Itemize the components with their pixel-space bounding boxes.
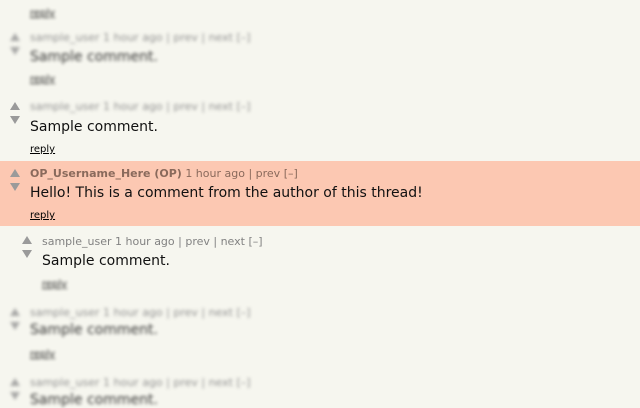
comment-header: sample_user 1 hour ago | prev | next [–] (30, 306, 251, 319)
upvote-icon[interactable] (10, 378, 20, 386)
reply-link[interactable]: reply (30, 144, 55, 155)
comment-nav-links[interactable]: | prev [–] (248, 167, 297, 180)
downvote-icon[interactable] (10, 116, 20, 124)
comment-username[interactable]: sample_user (30, 306, 100, 319)
downvote-icon[interactable] (10, 47, 20, 55)
comment-header: sample_user 1 hour ago | prev | next [–] (30, 100, 251, 113)
comment-text: Sample comment. (30, 49, 158, 65)
upvote-icon[interactable] (10, 169, 20, 177)
comment-header: sample_user 1 hour ago | prev | next [–] (30, 31, 251, 44)
comment-username[interactable]: sample_user (42, 235, 112, 248)
comment-header: sample_user 1 hour ago | prev | next [–] (42, 235, 263, 248)
comment-age[interactable]: 1 hour ago (103, 306, 163, 319)
upvote-icon[interactable] (10, 102, 20, 110)
reply-link[interactable]: reply (42, 279, 67, 290)
upvote-icon[interactable] (10, 33, 20, 41)
op-username[interactable]: OP_Username_Here (OP) (30, 167, 182, 180)
downvote-icon[interactable] (10, 392, 20, 400)
comment-username[interactable]: sample_user (30, 100, 100, 113)
reply-link[interactable]: reply (30, 210, 55, 221)
vote-arrows (22, 236, 34, 258)
vote-arrows (10, 102, 22, 124)
vote-arrows (10, 33, 22, 55)
comment-age[interactable]: 1 hour ago (103, 31, 163, 44)
comment-nav-links[interactable]: | prev | next [–] (166, 306, 250, 319)
downvote-icon[interactable] (22, 250, 32, 258)
comment-age[interactable]: 1 hour ago (103, 376, 163, 389)
comment-username[interactable]: sample_user (30, 31, 100, 44)
comment-nav-links[interactable]: | prev | next [–] (178, 235, 262, 248)
comment-text: Hello! This is a comment from the author… (30, 185, 423, 201)
downvote-icon[interactable] (10, 322, 20, 330)
upvote-icon[interactable] (10, 308, 20, 316)
comment-nav-links[interactable]: | prev | next [–] (166, 376, 250, 389)
vote-arrows (10, 169, 22, 191)
vote-arrows (10, 308, 22, 330)
comment-text: Sample comment. (30, 119, 158, 135)
comment-text: Sample comment. (30, 392, 158, 408)
comment-username[interactable]: sample_user (30, 376, 100, 389)
comment-text: Sample comment. (42, 253, 170, 269)
reply-link[interactable]: reply (30, 349, 55, 360)
comment-age[interactable]: 1 hour ago (103, 100, 163, 113)
downvote-icon[interactable] (10, 183, 20, 191)
comment-age[interactable]: 1 hour ago (185, 167, 245, 180)
comment-age[interactable]: 1 hour ago (115, 235, 175, 248)
reply-link[interactable]: reply (30, 8, 55, 19)
upvote-icon[interactable] (22, 236, 32, 244)
comment-nav-links[interactable]: | prev | next [–] (166, 31, 250, 44)
comment-header: OP_Username_Here (OP) 1 hour ago | prev … (30, 167, 298, 180)
comment-header: sample_user 1 hour ago | prev | next [–] (30, 376, 251, 389)
vote-arrows (10, 378, 22, 400)
reply-link[interactable]: reply (30, 74, 55, 85)
comment-nav-links[interactable]: | prev | next [–] (166, 100, 250, 113)
comment-text: Sample comment. (30, 322, 158, 338)
